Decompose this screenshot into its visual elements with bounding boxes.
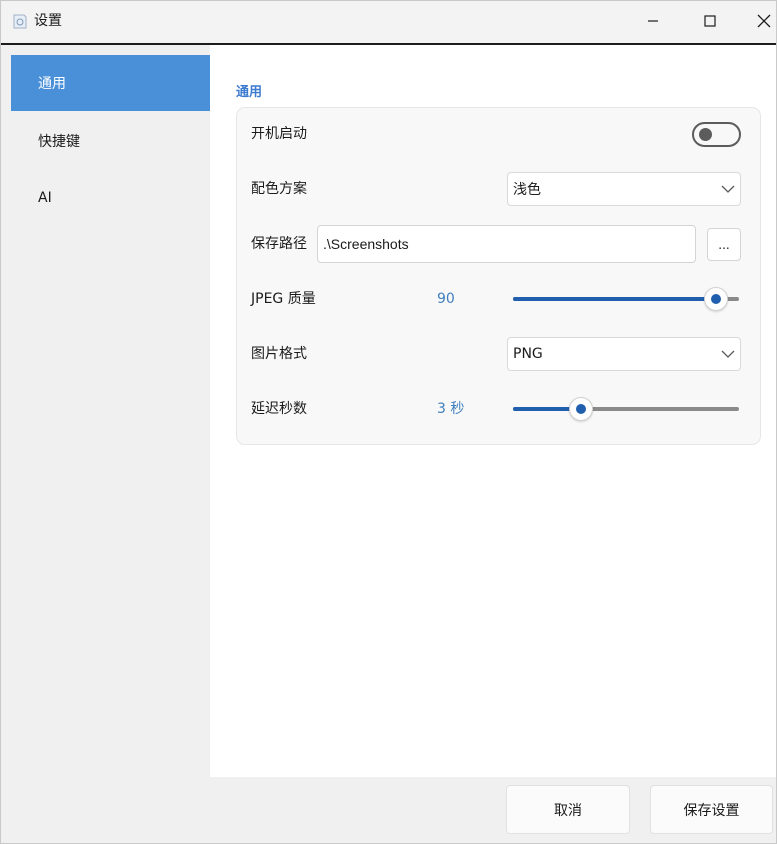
save-path-label: 保存路径: [251, 236, 307, 252]
delay-value: 3 秒: [437, 401, 465, 417]
sidebar-item-shortcuts[interactable]: 快捷键: [11, 113, 210, 169]
footer-bar: 取消 保存设置: [210, 777, 776, 843]
maximize-button[interactable]: [685, 1, 735, 41]
sidebar-item-label: AI: [38, 190, 52, 206]
browse-button[interactable]: ...: [707, 228, 741, 261]
cancel-label: 取消: [554, 802, 582, 819]
chevron-down-icon: [720, 348, 736, 360]
image-format-select[interactable]: PNG: [507, 337, 741, 371]
cancel-button[interactable]: 取消: [506, 785, 630, 834]
close-button[interactable]: [739, 1, 776, 41]
color-scheme-label: 配色方案: [251, 181, 307, 197]
minimize-icon: [647, 15, 659, 27]
app-icon: [12, 12, 28, 30]
jpeg-quality-slider[interactable]: [513, 287, 739, 311]
jpeg-quality-label: JPEG 质量: [251, 291, 316, 307]
sidebar: 通用 快捷键 AI: [1, 45, 210, 843]
title-bar[interactable]: 设置: [1, 1, 776, 43]
startup-label: 开机启动: [251, 126, 307, 142]
slider-thumb[interactable]: [568, 397, 593, 421]
sidebar-item-ai[interactable]: AI: [11, 170, 210, 226]
color-scheme-select[interactable]: 浅色: [507, 172, 741, 206]
settings-content: 通用 开机启动 配色方案 浅色 保存路径 .\Screenshots ... J…: [210, 45, 776, 777]
browse-label: ...: [718, 237, 730, 252]
window-title: 设置: [34, 13, 62, 29]
chevron-down-icon: [720, 183, 736, 195]
settings-window: 设置 通用 快捷键 AI 通用 开机启动 配色方案 浅色 保存路径 .\Scre…: [0, 0, 777, 844]
sidebar-item-label: 通用: [38, 76, 66, 92]
delay-slider[interactable]: [513, 397, 739, 421]
section-heading: 通用: [236, 85, 263, 100]
slider-fill: [513, 297, 717, 301]
save-label: 保存设置: [683, 802, 740, 819]
jpeg-quality-value: 90: [437, 291, 455, 307]
delay-label: 延迟秒数: [251, 401, 307, 417]
toggle-knob: [699, 128, 712, 141]
general-settings-card: 开机启动 配色方案 浅色 保存路径 .\Screenshots ... JPEG: [236, 107, 761, 445]
image-format-value: PNG: [513, 346, 543, 362]
minimize-button[interactable]: [628, 1, 678, 41]
color-scheme-value: 浅色: [513, 182, 541, 198]
image-format-label: 图片格式: [251, 346, 307, 362]
startup-toggle[interactable]: [692, 122, 741, 147]
maximize-icon: [704, 15, 716, 27]
sidebar-item-general[interactable]: 通用: [11, 55, 210, 111]
save-settings-button[interactable]: 保存设置: [650, 785, 773, 834]
slider-thumb[interactable]: [704, 287, 729, 311]
sidebar-item-label: 快捷键: [38, 134, 80, 150]
save-path-input[interactable]: .\Screenshots: [317, 225, 696, 263]
close-icon: [757, 14, 771, 28]
save-path-value: .\Screenshots: [323, 236, 409, 252]
